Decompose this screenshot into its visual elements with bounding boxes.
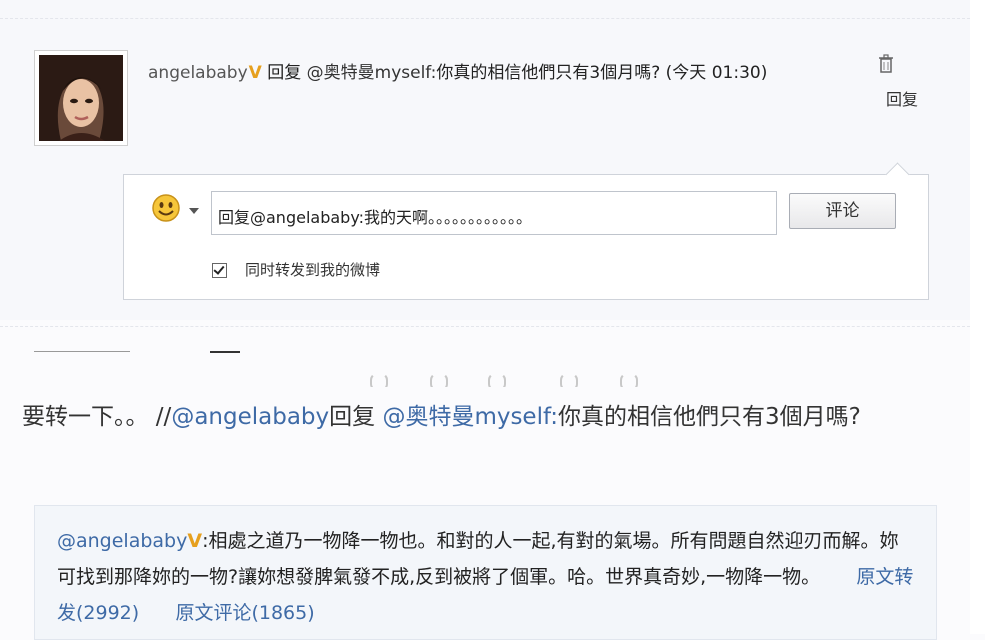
separator-left: [34, 351, 130, 352]
separator-right: [210, 351, 240, 353]
repost-option[interactable]: 同时转发到我的微博: [212, 259, 380, 280]
trash-icon[interactable]: [878, 54, 894, 78]
reply-message: 你真的相信他們只有3個月嗎?: [436, 63, 661, 83]
divider-mid: [0, 326, 970, 327]
repost-target[interactable]: @奥特曼myself:: [382, 404, 558, 430]
repost-mention[interactable]: @angelababy: [171, 404, 329, 430]
reply-link[interactable]: 回复: [886, 86, 918, 110]
repost-message: 你真的相信他們只有3個月嗎?: [558, 404, 861, 430]
comment-submit-button[interactable]: 评论: [789, 193, 896, 229]
repost-label: 同时转发到我的微博: [245, 261, 381, 279]
right-edge: [970, 0, 985, 634]
faint-glyphs: [370, 373, 670, 387]
reply-mention[interactable]: @奥特曼myself:: [307, 63, 437, 83]
repost-checkbox[interactable]: [212, 263, 227, 278]
reply-word: 回复: [267, 63, 302, 83]
vip-icon: V: [248, 63, 262, 83]
smiley-icon[interactable]: [151, 193, 181, 227]
avatar[interactable]: [34, 50, 128, 146]
reply-username[interactable]: angelababy: [148, 63, 248, 83]
repost-prefix: 要转一下。。 //: [22, 404, 172, 430]
vip-icon: V: [187, 530, 203, 552]
reply-time: (今天 01:30): [665, 63, 768, 83]
reply-line: angelababyV 回复 @奥特曼myself:你真的相信他們只有3個月嗎?…: [148, 58, 767, 83]
original-comment-link[interactable]: 原文评论(1865): [175, 602, 314, 624]
comment-box: 回复@angelababy:我的天啊。。。。。。。。。。。。 评论 同时转发到我…: [123, 162, 929, 300]
original-author[interactable]: @angelababy: [57, 530, 187, 552]
chevron-down-icon[interactable]: [189, 208, 199, 214]
original-post: @angelababyV:相處之道乃一物降一物也。和對的人一起,有對的氣場。所有…: [34, 505, 937, 640]
divider-top: [0, 18, 970, 19]
user-avatar-photo: [39, 55, 123, 141]
repost-reply-word: 回复: [329, 404, 383, 430]
repost-text: 要转一下。。 //@angelababy回复 @奥特曼myself:你真的相信他…: [22, 398, 952, 436]
comment-input[interactable]: 回复@angelababy:我的天啊。。。。。。。。。。。。: [211, 191, 777, 235]
original-post-text: @angelababyV:相處之道乃一物降一物也。和對的人一起,有對的氣場。所有…: [57, 523, 917, 631]
